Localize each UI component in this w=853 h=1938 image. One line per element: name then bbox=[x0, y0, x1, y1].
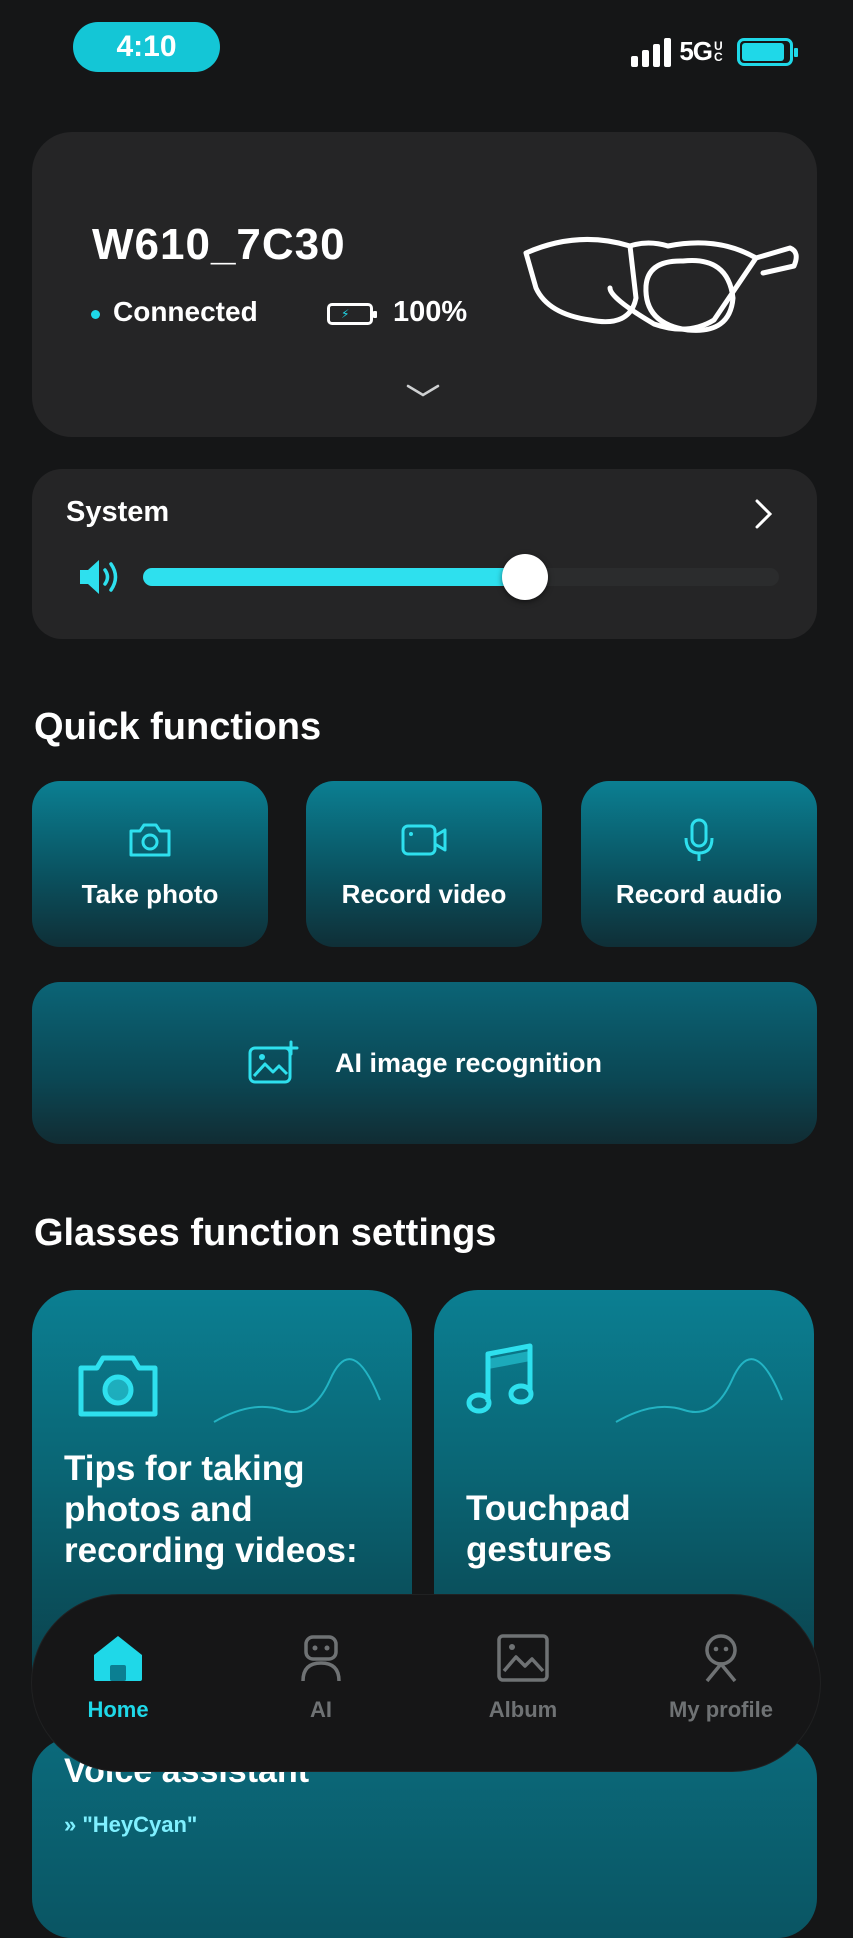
nav-album[interactable]: Album bbox=[443, 1633, 603, 1723]
volume-slider-knob[interactable] bbox=[502, 554, 548, 600]
record-audio-label: Record audio bbox=[615, 879, 783, 909]
battery-icon: ⚡ bbox=[327, 303, 377, 325]
chevron-right-icon[interactable] bbox=[753, 497, 775, 531]
device-name: W610_7C30 bbox=[92, 220, 346, 269]
home-icon bbox=[94, 1636, 142, 1681]
nav-ai-label: AI bbox=[310, 1697, 332, 1722]
tips-card-title: Tips for taking photos and recording vid… bbox=[64, 1449, 358, 1570]
touchpad-card-title: Touchpad gestures bbox=[466, 1489, 631, 1569]
quick-functions-title: Quick functions bbox=[34, 706, 322, 748]
picture-icon bbox=[497, 1634, 549, 1682]
battery-percentage: 100% bbox=[393, 296, 468, 328]
speaker-icon[interactable] bbox=[77, 556, 123, 598]
take-photo-label: Take photo bbox=[81, 879, 219, 909]
record-video-button[interactable]: Record video bbox=[306, 781, 542, 947]
glasses-icon bbox=[523, 237, 799, 333]
ai-image-recognition-button[interactable]: AI image recognition bbox=[32, 982, 817, 1144]
profile-icon bbox=[705, 1634, 737, 1683]
robot-icon bbox=[301, 1635, 341, 1682]
system-volume-card[interactable] bbox=[32, 469, 817, 639]
image-sparkle-icon bbox=[248, 1040, 299, 1084]
record-video-label: Record video bbox=[341, 879, 507, 909]
take-photo-button[interactable]: Take photo bbox=[32, 781, 268, 947]
system-label: System bbox=[66, 496, 170, 528]
camera-icon bbox=[127, 819, 173, 861]
glasses-settings-title: Glasses function settings bbox=[34, 1212, 497, 1254]
music-note-icon bbox=[466, 1343, 534, 1414]
record-audio-button[interactable]: Record audio bbox=[581, 781, 817, 947]
wave-decoration bbox=[615, 1358, 783, 1423]
network-label: 5G bbox=[679, 36, 713, 66]
camera-icon bbox=[78, 1355, 158, 1417]
nav-home[interactable]: Home bbox=[38, 1633, 198, 1723]
network-sub-label: UC bbox=[714, 38, 723, 64]
status-indicators: 5G UC bbox=[631, 36, 798, 67]
chevron-down-icon[interactable] bbox=[405, 383, 441, 399]
nav-my-profile-label: My profile bbox=[669, 1697, 773, 1722]
status-time: 4:10 bbox=[73, 22, 220, 72]
battery-charging-icon bbox=[737, 37, 798, 66]
nav-my-profile[interactable]: My profile bbox=[641, 1633, 801, 1723]
nav-album-label: Album bbox=[488, 1697, 558, 1722]
volume-slider-fill bbox=[143, 568, 525, 586]
wave-decoration bbox=[213, 1358, 381, 1423]
video-camera-icon bbox=[400, 819, 448, 861]
nav-home-label: Home bbox=[87, 1697, 149, 1722]
microphone-icon bbox=[682, 818, 716, 861]
connection-status: Connected bbox=[113, 296, 258, 327]
ai-image-recognition-label: AI image recognition bbox=[334, 1047, 603, 1078]
signal-icon bbox=[631, 37, 672, 67]
connection-dot-icon bbox=[91, 310, 100, 319]
nav-ai[interactable]: AI bbox=[241, 1633, 401, 1723]
voice-command: » "HeyCyan" bbox=[64, 1812, 198, 1837]
